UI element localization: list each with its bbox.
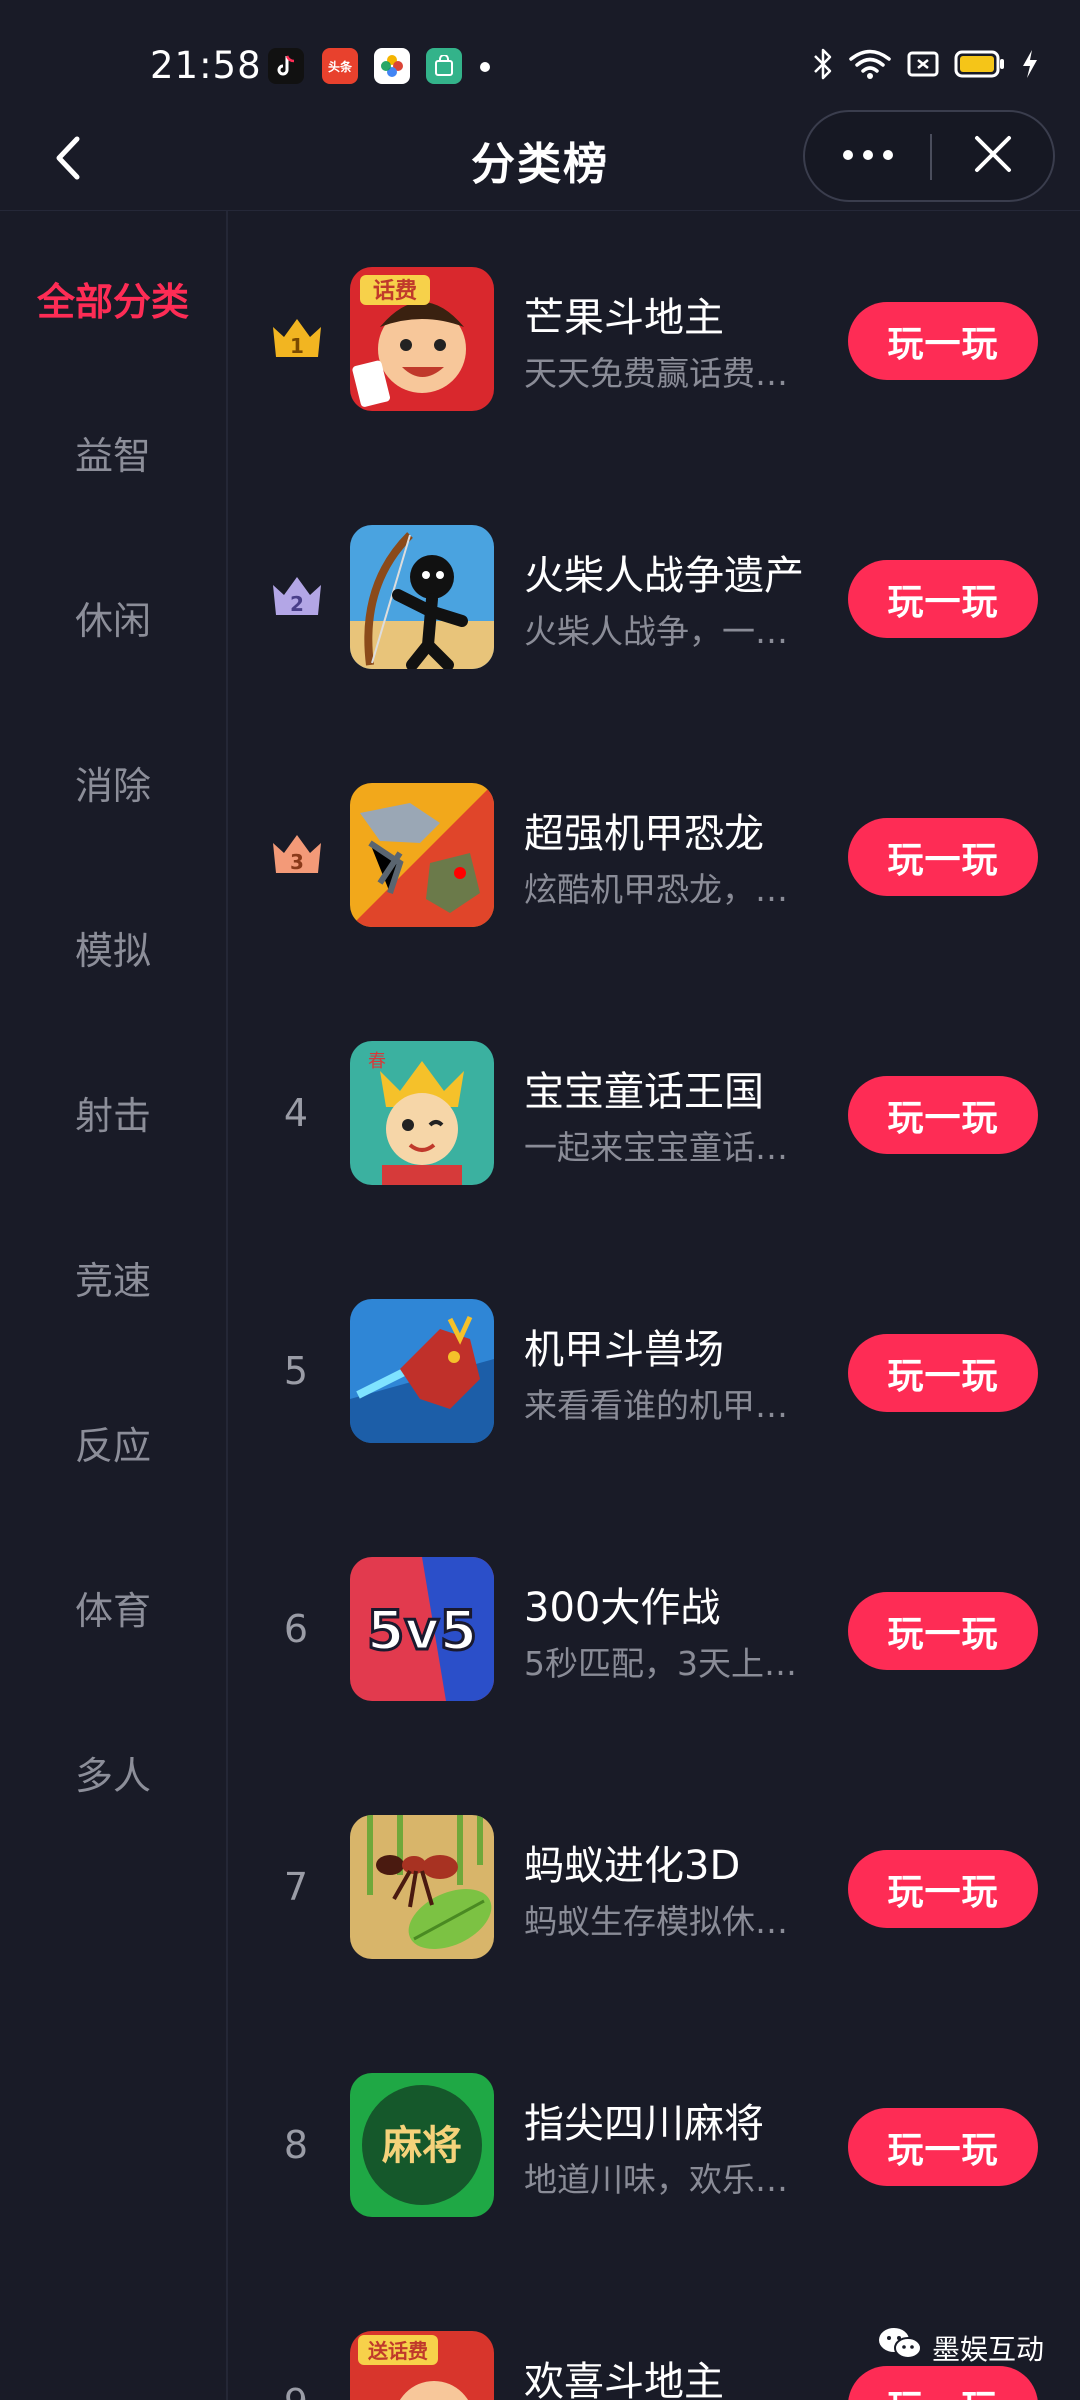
mall-icon [426, 48, 462, 84]
screen-icon [906, 49, 940, 83]
svg-text:2: 2 [290, 592, 304, 616]
game-row[interactable]: 1 话费 芒果斗地主 天天免费赢话费… 玩一玩 [228, 265, 1080, 415]
svg-text:1: 1 [290, 334, 304, 358]
game-icon[interactable] [350, 1299, 494, 1443]
game-icon[interactable] [350, 525, 494, 669]
close-icon [973, 134, 1013, 178]
watermark: 墨娱互动 [878, 2326, 1044, 2369]
game-icon[interactable]: 麻将 [350, 2073, 494, 2217]
status-time: 21:58 [150, 44, 262, 87]
rank-number: 4 [283, 1091, 309, 1135]
toutiao-icon: 头条 [322, 48, 358, 84]
game-name: 超强机甲恐龙 [524, 811, 764, 857]
svg-text:3: 3 [290, 850, 304, 874]
header-bar: 分类榜 [0, 110, 1080, 211]
system-icons [812, 46, 1040, 86]
svg-text:春: 春 [368, 1051, 386, 1072]
game-name: 芒果斗地主 [524, 295, 724, 341]
bronze-crown-icon: 3 [270, 831, 324, 877]
game-name: 300大作战 [524, 1585, 721, 1631]
category-all[interactable]: 全部分类 [0, 271, 226, 326]
miniapp-capsule [803, 110, 1055, 202]
game-row[interactable]: 4 春 宝宝童话王国 一起来宝宝童话… 玩一玩 [228, 1039, 1080, 1189]
charging-icon [1020, 48, 1040, 84]
game-row[interactable]: 5 机甲斗兽场 来看看谁的机甲… 玩一玩 [228, 1297, 1080, 1447]
game-name: 火柴人战争遗产 [524, 553, 804, 599]
wechat-icon [878, 2326, 922, 2369]
screen: 21:58 头条 分类榜 全部分类 益智 休闲 消除 模拟 射击 竞速 反应 体… [0, 0, 1080, 2400]
svg-text:话费: 话费 [373, 279, 417, 304]
play-button[interactable]: 玩一玩 [848, 1850, 1038, 1928]
game-row[interactable]: 2 火柴人战争遗产 火柴人战争，一… 玩一玩 [228, 523, 1080, 673]
photos-icon [374, 48, 410, 84]
game-icon[interactable]: 春 [350, 1041, 494, 1185]
svg-text:5v5: 5v5 [367, 1599, 477, 1662]
game-description: 地道川味，欢乐… [524, 2160, 788, 2199]
game-row[interactable]: 8 麻将 指尖四川麻将 地道川味，欢乐… 玩一玩 [228, 2071, 1080, 2221]
game-description: 火柴人战争，一… [524, 612, 788, 651]
game-name: 欢喜斗地主 [524, 2359, 724, 2400]
category-puzzle[interactable]: 益智 [0, 425, 226, 480]
play-button[interactable]: 玩一玩 [848, 1334, 1038, 1412]
svg-text:麻将: 麻将 [382, 2123, 462, 2169]
play-button[interactable]: 玩一玩 [848, 1076, 1038, 1154]
game-icon[interactable]: 话费 [350, 267, 494, 411]
watermark-text: 墨娱互动 [931, 2332, 1044, 2366]
close-button[interactable] [932, 112, 1053, 200]
category-reaction[interactable]: 反应 [0, 1415, 226, 1470]
rank-number: 6 [283, 1607, 309, 1651]
play-button[interactable]: 玩一玩 [848, 560, 1038, 638]
svg-text:送话费: 送话费 [368, 2339, 428, 2363]
category-racing[interactable]: 竞速 [0, 1250, 226, 1305]
category-match[interactable]: 消除 [0, 755, 226, 810]
category-multiplayer[interactable]: 多人 [0, 1745, 226, 1800]
tiktok-icon [268, 48, 304, 84]
more-notifications-dot [480, 62, 490, 72]
game-name: 指尖四川麻将 [524, 2101, 764, 2147]
game-description: 天天免费赢话费… [524, 354, 788, 393]
play-button[interactable]: 玩一玩 [848, 1592, 1038, 1670]
play-button[interactable]: 玩一玩 [848, 2366, 1038, 2400]
rank-number: 8 [283, 2123, 309, 2167]
bluetooth-icon [812, 47, 834, 85]
game-icon[interactable] [350, 1815, 494, 1959]
play-button[interactable]: 玩一玩 [848, 2108, 1038, 2186]
category-casual[interactable]: 休闲 [0, 590, 226, 645]
silver-crown-icon: 2 [270, 573, 324, 619]
play-button[interactable]: 玩一玩 [848, 818, 1038, 896]
game-description: 来看看谁的机甲… [524, 1386, 788, 1425]
game-description: 炫酷机甲恐龙，… [524, 870, 788, 909]
game-row[interactable]: 6 5v5 300大作战 5秒匹配，3天上… 玩一玩 [228, 1555, 1080, 1705]
more-button[interactable] [805, 112, 930, 200]
wifi-icon [848, 48, 892, 84]
play-button[interactable]: 玩一玩 [848, 302, 1038, 380]
game-name: 宝宝童话王国 [524, 1069, 764, 1115]
game-icon[interactable]: 5v5 [350, 1557, 494, 1701]
rank-number: 7 [283, 1865, 309, 1909]
status-bar: 21:58 头条 [0, 0, 1080, 110]
game-row[interactable]: 3 超强机甲恐龙 炫酷机甲恐龙，… 玩一玩 [228, 781, 1080, 931]
more-dots-icon [840, 147, 896, 166]
game-icon[interactable] [350, 783, 494, 927]
game-name: 蚂蚁进化3D [524, 1843, 741, 1889]
game-row[interactable]: 7 蚂蚁进化3D 蚂蚁生存模拟休… 玩一玩 [228, 1813, 1080, 1963]
gold-crown-icon: 1 [270, 315, 324, 361]
game-description: 蚂蚁生存模拟休… [524, 1902, 788, 1941]
category-simulation[interactable]: 模拟 [0, 920, 226, 975]
game-icon[interactable]: 送话费 [350, 2331, 494, 2400]
category-sports[interactable]: 体育 [0, 1580, 226, 1635]
battery-icon [954, 49, 1006, 83]
rank-number: 5 [283, 1349, 309, 1393]
game-description: 5秒匹配，3天上… [524, 1644, 797, 1683]
category-shooting[interactable]: 射击 [0, 1085, 226, 1140]
rank-number: 9 [268, 2381, 324, 2400]
game-description: 一起来宝宝童话… [524, 1128, 788, 1167]
game-name: 机甲斗兽场 [524, 1327, 724, 1373]
category-sidebar: 全部分类 益智 休闲 消除 模拟 射击 竞速 反应 体育 多人 [0, 211, 228, 2400]
